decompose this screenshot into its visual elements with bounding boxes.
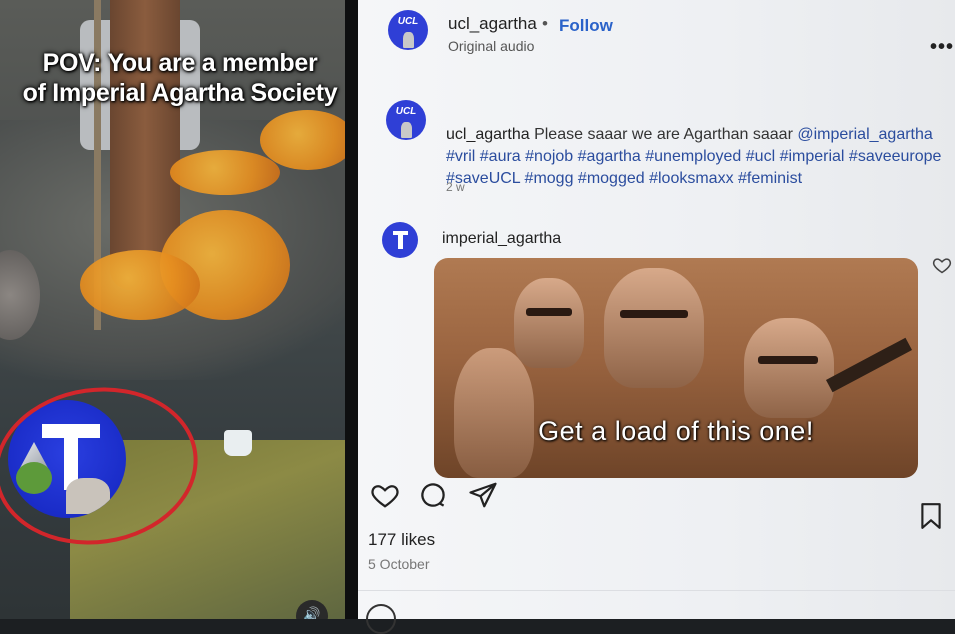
share-button[interactable] xyxy=(468,480,500,512)
fruit-pile xyxy=(170,150,280,195)
emoji-icon[interactable] xyxy=(366,604,396,634)
like-button[interactable] xyxy=(370,480,402,512)
gif-subtitle: Get a load of this one! xyxy=(538,416,814,446)
more-options-icon[interactable]: ••• xyxy=(930,36,954,59)
heart-icon xyxy=(371,485,399,508)
caption-timestamp: 2 w xyxy=(446,180,465,194)
overlay-line-2: of Imperial Agartha Society xyxy=(22,79,338,107)
caption-avatar[interactable]: UCL xyxy=(386,100,426,140)
bookmark-icon xyxy=(921,503,941,529)
comment-username[interactable]: imperial_agartha xyxy=(442,230,561,248)
divider-line xyxy=(358,590,955,591)
follow-button[interactable]: Follow xyxy=(559,16,613,36)
trooper-figure xyxy=(604,268,704,388)
overlay-line-1: POV: You are a member xyxy=(42,49,318,77)
comment-gif[interactable]: Get a load of this one! xyxy=(434,258,918,478)
cup-image xyxy=(224,430,252,456)
caption-body: Please saaar we are Agarthan saaar xyxy=(534,126,793,143)
video-overlay-text: POV: You are a member of Imperial Agarth… xyxy=(0,48,350,108)
video-panel[interactable]: POV: You are a member of Imperial Agarth… xyxy=(0,0,350,619)
caption-text: ucl_agartha Please saaar we are Agarthan… xyxy=(446,124,951,190)
trooper-figure xyxy=(514,278,584,368)
fruit-pile xyxy=(80,250,200,320)
caption-hashtags[interactable]: #vril #aura #nojob #agartha #unemployed … xyxy=(446,148,941,187)
comment-icon xyxy=(421,483,445,507)
post-username[interactable]: ucl_agartha xyxy=(448,14,537,34)
likes-count[interactable]: 177 likes xyxy=(368,530,435,550)
fruit-pile xyxy=(260,110,350,170)
comment-button[interactable] xyxy=(418,480,450,512)
separator-dot: • xyxy=(542,14,548,33)
post-panel: UCL ucl_agartha • Follow Original audio … xyxy=(358,0,955,634)
audio-label[interactable]: Original audio xyxy=(448,38,534,54)
trooper-figure xyxy=(744,318,834,418)
post-avatar[interactable]: UCL xyxy=(388,10,428,50)
caption-mention[interactable]: @imperial_agartha xyxy=(797,126,932,143)
blaster-image xyxy=(825,337,913,393)
comment-like-icon[interactable] xyxy=(932,255,952,278)
comment-avatar[interactable] xyxy=(382,222,418,258)
post-date: 5 October xyxy=(368,556,430,572)
caption-username[interactable]: ucl_agartha xyxy=(446,126,530,143)
trooper-figure xyxy=(454,348,534,478)
share-icon xyxy=(469,482,497,508)
save-button[interactable] xyxy=(918,502,946,532)
